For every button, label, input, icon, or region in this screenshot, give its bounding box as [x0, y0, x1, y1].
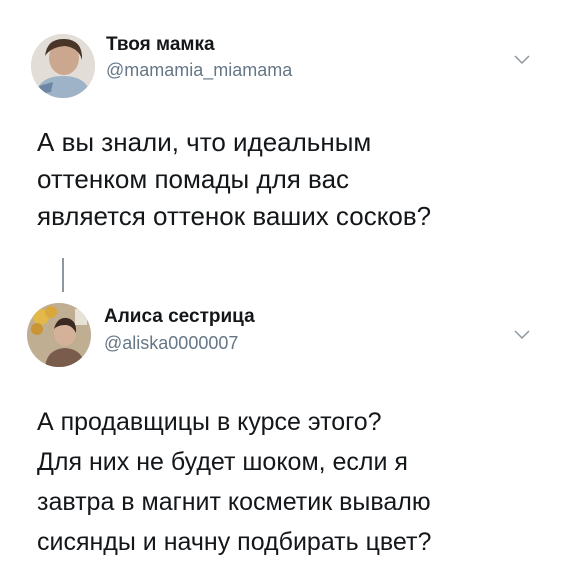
tweet-reply: Алиса сестрица @aliska0000007 А продавщи… — [0, 258, 572, 587]
username-handle[interactable]: @aliska0000007 — [104, 333, 238, 354]
tweet-text: А продавщицы в курсе этого? Для них не б… — [37, 408, 432, 556]
avatar[interactable] — [31, 34, 95, 98]
avatar-photo-icon — [31, 34, 95, 98]
chevron-down-icon[interactable] — [514, 55, 530, 65]
display-name[interactable]: Алиса сестрица — [104, 306, 255, 328]
username-handle[interactable]: @mamamia_miamama — [106, 60, 292, 81]
thread-connector-line — [62, 258, 64, 292]
chevron-down-icon[interactable] — [514, 330, 530, 340]
tweet: Твоя мамка @mamamia_miamama А вы знали, … — [0, 0, 572, 258]
avatar[interactable] — [27, 303, 91, 367]
tweet-text: А вы знали, что идеальным оттенком помад… — [37, 127, 432, 231]
avatar-photo-icon — [27, 303, 91, 367]
display-name[interactable]: Твоя мамка — [106, 34, 215, 56]
